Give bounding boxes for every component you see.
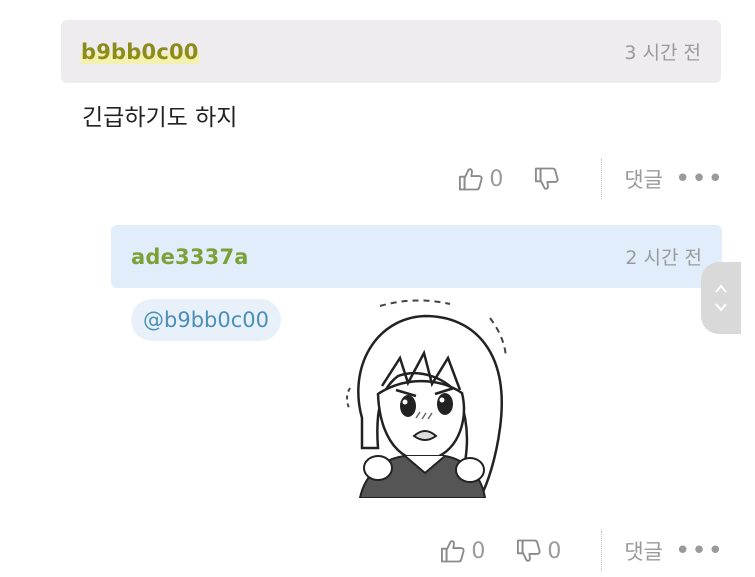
comment-username[interactable]: b9bb0c00 — [81, 39, 199, 64]
thumbs-up-icon — [441, 540, 465, 563]
chevron-down-icon[interactable] — [713, 300, 729, 314]
scroll-control[interactable] — [701, 262, 741, 334]
like-count: 0 — [471, 538, 486, 564]
dislike-button[interactable] — [533, 165, 561, 193]
reply-header: ade3337a 2 시간 전 — [111, 225, 722, 288]
like-button[interactable]: 0 — [457, 165, 503, 193]
dislike-button[interactable]: 0 — [515, 537, 561, 565]
more-options-icon[interactable]: ••• — [675, 538, 724, 564]
chevron-up-icon[interactable] — [713, 282, 729, 296]
mention-tag[interactable]: @b9bb0c00 — [131, 299, 281, 341]
comment-text: 긴급하기도 하지 — [82, 105, 238, 131]
reply-username[interactable]: ade3337a — [131, 245, 249, 269]
thumbs-up-icon — [459, 168, 483, 191]
more-options-icon[interactable]: ••• — [675, 166, 724, 192]
reply-actions: 0 0 댓글 ••• — [439, 531, 724, 571]
comment-actions: 0 댓글 ••• — [457, 159, 724, 199]
thumbs-down-icon — [517, 539, 541, 562]
divider — [601, 159, 603, 199]
dislike-count: 0 — [547, 538, 562, 564]
like-button[interactable]: 0 — [439, 537, 485, 565]
reply-button[interactable]: 댓글 — [624, 536, 663, 566]
like-count: 0 — [489, 166, 504, 192]
reply-button[interactable]: 댓글 — [624, 164, 663, 194]
divider — [601, 531, 603, 571]
sticker-image — [320, 298, 525, 498]
thumbs-down-icon — [535, 167, 559, 190]
comment-header: b9bb0c00 3 시간 전 — [61, 20, 721, 83]
comment-timestamp: 3 시간 전 — [624, 42, 701, 64]
reply-timestamp: 2 시간 전 — [625, 247, 702, 269]
